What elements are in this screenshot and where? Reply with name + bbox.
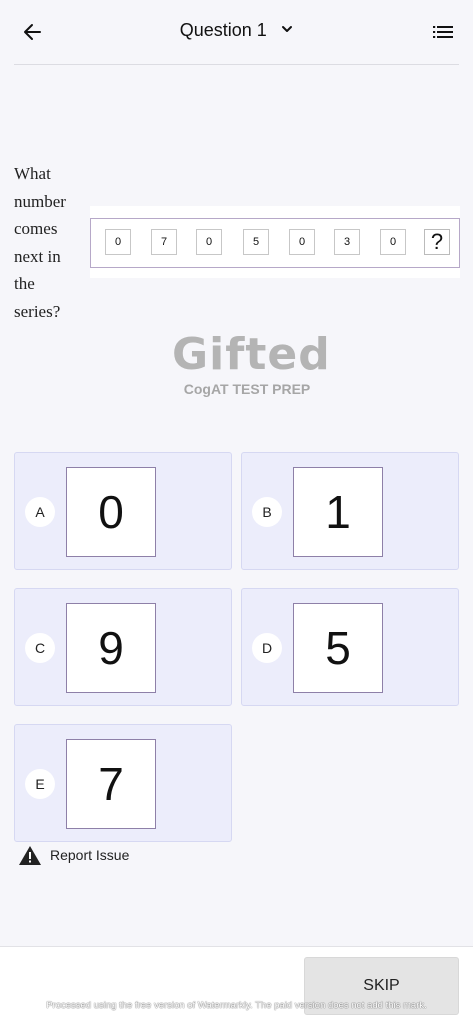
series-cell-unknown: ? (424, 229, 450, 255)
page-title: Question 1 (179, 20, 267, 40)
question-prompt: What number comes next in the series? (14, 164, 66, 321)
option-letter: B (252, 497, 282, 527)
option-value: 9 (66, 603, 156, 693)
question-list-button[interactable] (431, 22, 455, 42)
series-cell: 5 (243, 229, 269, 255)
series-cell: 7 (151, 229, 177, 255)
option-c[interactable]: C 9 (14, 588, 232, 706)
header-divider (14, 64, 459, 65)
report-issue-label: Report Issue (50, 847, 130, 863)
option-d[interactable]: D 5 (241, 588, 459, 706)
option-letter: A (25, 497, 55, 527)
number-series: 0 7 0 5 0 3 0 ? (90, 218, 460, 268)
option-a[interactable]: A 0 (14, 452, 232, 570)
chevron-down-icon (282, 25, 293, 32)
option-value: 1 (293, 467, 383, 557)
series-cell: 0 (105, 229, 131, 255)
option-letter: E (25, 769, 55, 799)
question-selector[interactable]: Question 1 (0, 20, 473, 41)
option-letter: C (25, 633, 55, 663)
watermark-text: Processed using the free version of Wate… (46, 1000, 427, 1011)
top-bar: Question 1 (0, 0, 473, 64)
series-cell: 0 (196, 229, 222, 255)
option-e[interactable]: E 7 (14, 724, 232, 842)
option-value: 7 (66, 739, 156, 829)
gifted-logo: Gifted CogAT TEST PREP (172, 329, 331, 402)
option-value: 0 (66, 467, 156, 557)
list-icon (433, 26, 453, 38)
bottom-bar: SKIP (0, 946, 473, 1025)
series-cell: 0 (380, 229, 406, 255)
option-letter: D (252, 633, 282, 663)
series-cell: 3 (334, 229, 360, 255)
logo-word: Gifted (172, 329, 331, 380)
warning-icon (19, 846, 41, 865)
logo-subtitle: CogAT TEST PREP (183, 381, 311, 397)
series-panel: 0 7 0 5 0 3 0 ? (90, 206, 460, 278)
series-cell: 0 (289, 229, 315, 255)
option-b[interactable]: B 1 (241, 452, 459, 570)
option-value: 5 (293, 603, 383, 693)
